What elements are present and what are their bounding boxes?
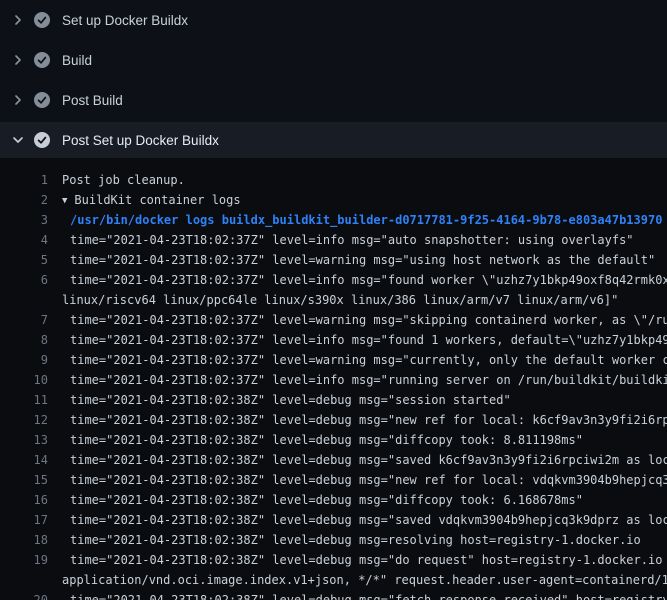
log-group-label: BuildKit container logs — [74, 193, 240, 207]
log-text: /usr/bin/docker logs buildx_buildkit_bui… — [70, 210, 662, 230]
log-line: 9 time="2021-04-23T18:02:37Z" level=warn… — [0, 350, 667, 370]
line-number[interactable]: 8 — [0, 330, 48, 350]
line-number[interactable]: 18 — [0, 530, 48, 550]
log-text: time="2021-04-23T18:02:37Z" level=info m… — [70, 230, 634, 250]
line-number[interactable]: 1 — [0, 170, 48, 190]
log-line: 6 time="2021-04-23T18:02:37Z" level=info… — [0, 270, 667, 290]
log-line: 15 time="2021-04-23T18:02:38Z" level=deb… — [0, 470, 667, 490]
step-row-3[interactable]: Post Set up Docker Buildx — [0, 122, 667, 158]
check-circle-icon — [34, 92, 50, 108]
log-line: 5 time="2021-04-23T18:02:37Z" level=warn… — [0, 250, 667, 270]
log-line: 17 time="2021-04-23T18:02:38Z" level=deb… — [0, 510, 667, 530]
step-label: Build — [62, 53, 92, 68]
line-number[interactable]: 6 — [0, 270, 48, 290]
log-text: time="2021-04-23T18:02:38Z" level=debug … — [70, 530, 641, 550]
log-text: time="2021-04-23T18:02:38Z" level=debug … — [70, 550, 667, 570]
log-line: 18 time="2021-04-23T18:02:38Z" level=deb… — [0, 530, 667, 550]
log-text: time="2021-04-23T18:02:37Z" level=warnin… — [70, 250, 655, 270]
line-number[interactable] — [0, 290, 48, 310]
step-label: Post Set up Docker Buildx — [62, 133, 219, 148]
check-circle-icon — [34, 12, 50, 28]
line-number[interactable]: 4 — [0, 230, 48, 250]
log-text: time="2021-04-23T18:02:37Z" level=info m… — [70, 270, 667, 290]
chevron-right-icon — [10, 52, 26, 68]
chevron-right-icon — [10, 12, 26, 28]
steps-list: Set up Docker Buildx Build — [0, 0, 667, 158]
line-number[interactable]: 14 — [0, 450, 48, 470]
log-text: time="2021-04-23T18:02:37Z" level=warnin… — [70, 350, 667, 370]
line-number[interactable]: 12 — [0, 410, 48, 430]
log-line: application/vnd.oci.image.index.v1+json,… — [0, 570, 667, 590]
line-number[interactable]: 15 — [0, 470, 48, 490]
log-line: 19 time="2021-04-23T18:02:38Z" level=deb… — [0, 550, 667, 570]
line-number[interactable]: 3 — [0, 210, 48, 230]
chevron-right-icon — [10, 92, 26, 108]
log-line: 3 /usr/bin/docker logs buildx_buildkit_b… — [0, 210, 667, 230]
log-area: 1 Post job cleanup. 2 ▼ BuildKit containe… — [0, 158, 667, 600]
log-text: time="2021-04-23T18:02:38Z" level=debug … — [70, 390, 511, 410]
log-line: 1 Post job cleanup. — [0, 170, 667, 190]
line-number[interactable]: 7 — [0, 310, 48, 330]
line-number[interactable] — [0, 570, 48, 590]
actions-log-panel: Set up Docker Buildx Build — [0, 0, 667, 600]
line-number[interactable]: 16 — [0, 490, 48, 510]
log-text: time="2021-04-23T18:02:38Z" level=debug … — [70, 490, 583, 510]
step-label: Post Build — [62, 93, 123, 108]
log-line: 7 time="2021-04-23T18:02:37Z" level=warn… — [0, 310, 667, 330]
log-group-toggle[interactable]: 2 ▼ BuildKit container logs — [0, 190, 667, 210]
line-number[interactable]: 10 — [0, 370, 48, 390]
step-row-2[interactable]: Post Build — [0, 80, 667, 120]
log-line: linux/riscv64 linux/ppc64le linux/s390x … — [0, 290, 667, 310]
log-text: time="2021-04-23T18:02:38Z" level=debug … — [70, 590, 667, 600]
log-line: 10 time="2021-04-23T18:02:37Z" level=inf… — [0, 370, 667, 390]
line-number[interactable]: 19 — [0, 550, 48, 570]
log-line: 14 time="2021-04-23T18:02:38Z" level=deb… — [0, 450, 667, 470]
log-line: 11 time="2021-04-23T18:02:38Z" level=deb… — [0, 390, 667, 410]
log-line: 4 time="2021-04-23T18:02:37Z" level=info… — [0, 230, 667, 250]
log-text: time="2021-04-23T18:02:37Z" level=info m… — [70, 370, 667, 390]
log-line: 13 time="2021-04-23T18:02:38Z" level=deb… — [0, 430, 667, 450]
log-text: ▼ BuildKit container logs — [62, 190, 241, 210]
line-number[interactable]: 20 — [0, 590, 48, 600]
log-text: time="2021-04-23T18:02:37Z" level=info m… — [70, 330, 667, 350]
log-text: time="2021-04-23T18:02:38Z" level=debug … — [70, 430, 583, 450]
log-text: time="2021-04-23T18:02:37Z" level=warnin… — [70, 310, 667, 330]
step-label: Set up Docker Buildx — [62, 13, 188, 28]
log-text: time="2021-04-23T18:02:38Z" level=debug … — [70, 510, 667, 530]
step-row-1[interactable]: Build — [0, 40, 667, 80]
line-number[interactable]: 17 — [0, 510, 48, 530]
step-row-0[interactable]: Set up Docker Buildx — [0, 0, 667, 40]
line-number[interactable]: 13 — [0, 430, 48, 450]
log-text: application/vnd.oci.image.index.v1+json,… — [62, 570, 667, 590]
check-circle-icon — [34, 132, 50, 148]
line-number[interactable]: 11 — [0, 390, 48, 410]
log-line: 16 time="2021-04-23T18:02:38Z" level=deb… — [0, 490, 667, 510]
log-text: time="2021-04-23T18:02:38Z" level=debug … — [70, 410, 667, 430]
line-number[interactable]: 9 — [0, 350, 48, 370]
check-circle-icon — [34, 52, 50, 68]
log-line: 8 time="2021-04-23T18:02:37Z" level=info… — [0, 330, 667, 350]
log-line: 12 time="2021-04-23T18:02:38Z" level=deb… — [0, 410, 667, 430]
triangle-down-icon: ▼ — [62, 191, 67, 211]
log-text: Post job cleanup. — [62, 170, 185, 190]
line-number[interactable]: 2 — [0, 190, 48, 210]
log-text: time="2021-04-23T18:02:38Z" level=debug … — [70, 470, 667, 490]
line-number[interactable]: 5 — [0, 250, 48, 270]
log-line: 20 time="2021-04-23T18:02:38Z" level=deb… — [0, 590, 667, 600]
log-text: linux/riscv64 linux/ppc64le linux/s390x … — [62, 290, 618, 310]
log-text: time="2021-04-23T18:02:38Z" level=debug … — [70, 450, 667, 470]
chevron-down-icon — [10, 132, 26, 148]
